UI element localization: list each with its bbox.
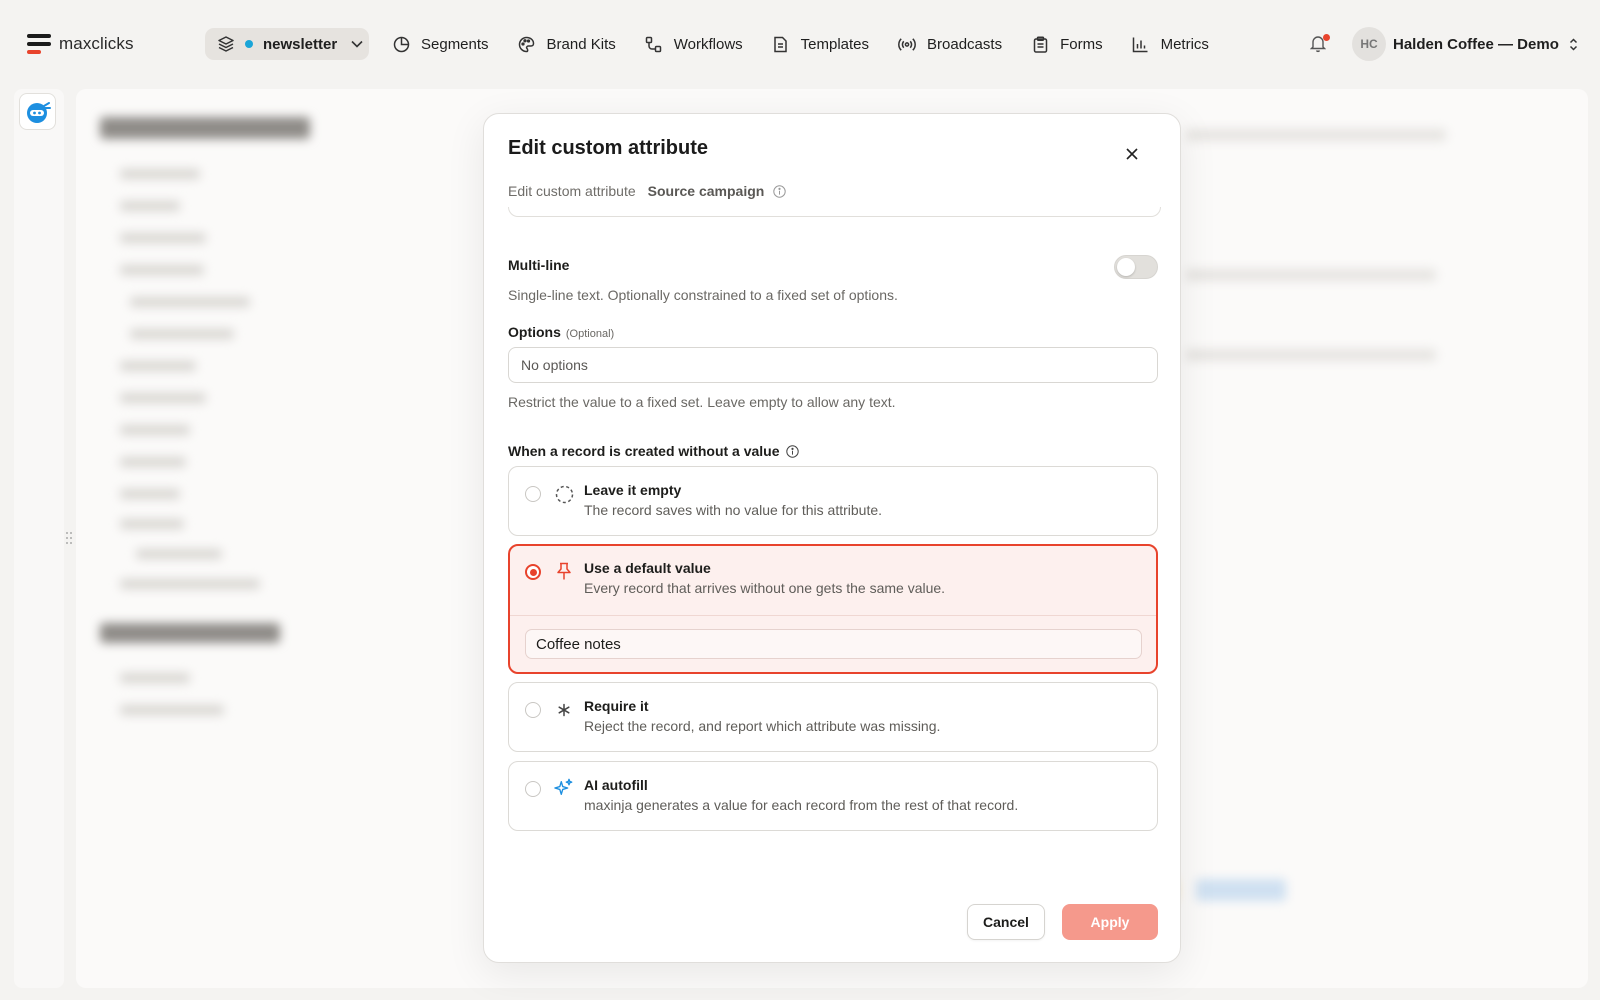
dashed-circle-icon — [554, 484, 574, 504]
nav-metrics[interactable]: Metrics — [1132, 35, 1209, 53]
segments-pie-icon — [392, 35, 410, 53]
sparkle-icon — [554, 778, 574, 798]
workflow-icon — [645, 35, 663, 53]
bar-chart-icon — [1132, 35, 1150, 53]
nav-label: Broadcasts — [927, 35, 1003, 53]
choice-desc: Every record that arrives without one ge… — [584, 580, 946, 596]
nav-forms[interactable]: Forms — [1031, 35, 1103, 53]
choice-title: AI autofill — [584, 777, 648, 793]
options-input[interactable]: No options — [508, 347, 1158, 383]
maxinja-assistant-button[interactable] — [19, 93, 56, 130]
missing-value-label: When a record is created without a value — [508, 443, 780, 459]
app-name: maxclicks — [59, 34, 134, 53]
choice-require[interactable]: Require it Reject the record, and report… — [508, 682, 1158, 752]
options-label-row: Options (Optional) — [508, 324, 614, 340]
chevron-down-icon — [351, 40, 363, 48]
nav-label: Segments — [421, 35, 489, 53]
nav-broadcasts[interactable]: Broadcasts — [898, 35, 1002, 53]
asterisk-icon — [554, 700, 574, 720]
apply-button[interactable]: Apply — [1062, 904, 1158, 940]
workspace-switcher[interactable]: newsletter — [205, 28, 369, 60]
top-nav-bar: maxclicks newsletter Segments Brand Kits — [0, 0, 1600, 88]
dialog-subtitle: Edit custom attribute Source campaign — [508, 183, 787, 199]
nav-templates[interactable]: Templates — [772, 35, 869, 53]
nav-segments[interactable]: Segments — [392, 35, 489, 53]
app-logo[interactable]: maxclicks — [27, 34, 134, 54]
multiline-help: Single-line text. Optionally constrained… — [508, 287, 898, 303]
notifications-bell-icon[interactable] — [1309, 34, 1330, 54]
choice-desc: The record saves with no value for this … — [584, 502, 883, 518]
scrolled-field-edge — [508, 207, 1161, 217]
layers-icon — [217, 35, 235, 53]
workspace-name: newsletter — [263, 35, 338, 53]
nav-workflows[interactable]: Workflows — [645, 35, 743, 53]
choice-ai-autofill[interactable]: AI autofill maxinja generates a value fo… — [508, 761, 1158, 831]
close-icon[interactable] — [1124, 146, 1140, 162]
pin-icon — [554, 561, 574, 581]
info-icon[interactable] — [785, 444, 799, 458]
edit-attribute-dialog: Edit custom attribute Edit custom attrib… — [483, 113, 1181, 963]
nav-brand-kits[interactable]: Brand Kits — [518, 35, 616, 53]
options-label: Options — [508, 324, 561, 340]
multiline-label: Multi-line — [508, 257, 570, 273]
toggle-knob — [1117, 258, 1135, 276]
choice-title: Leave it empty — [584, 482, 682, 498]
multiline-toggle[interactable] — [1114, 255, 1158, 279]
cancel-button[interactable]: Cancel — [967, 904, 1045, 940]
default-value-input[interactable]: Coffee notes — [525, 629, 1142, 659]
chevron-updown-icon — [1569, 37, 1578, 51]
notification-dot — [1323, 34, 1330, 41]
account-switcher[interactable]: HC Halden Coffee — Demo — [1352, 27, 1578, 61]
choice-title: Use a default value — [584, 560, 711, 576]
nav-label: Workflows — [673, 35, 743, 53]
radio-button[interactable] — [525, 702, 541, 718]
choice-desc: maxinja generates a value for each recor… — [584, 797, 1019, 813]
radio-button-selected[interactable] — [525, 564, 541, 580]
options-value: No options — [521, 357, 588, 373]
account-name: Halden Coffee — Demo — [1393, 35, 1559, 53]
attribute-name: Source campaign — [647, 183, 765, 199]
info-icon[interactable] — [773, 184, 787, 198]
clipboard-icon — [1031, 35, 1049, 53]
nav-label: Templates — [800, 35, 870, 53]
choice-leave-empty[interactable]: Leave it empty The record saves with no … — [508, 466, 1158, 536]
default-value-text: Coffee notes — [536, 635, 621, 653]
avatar: HC — [1352, 27, 1386, 61]
palette-icon — [518, 35, 536, 53]
missing-value-label-row: When a record is created without a value — [508, 443, 799, 459]
left-rail — [14, 89, 64, 988]
nav-label: Metrics — [1160, 35, 1209, 53]
radio-button[interactable] — [525, 486, 541, 502]
document-icon — [772, 35, 790, 53]
ninja-bot-icon — [26, 101, 51, 123]
choice-default-value[interactable]: Use a default value Every record that ar… — [508, 544, 1158, 674]
choice-title: Require it — [584, 698, 649, 714]
workspace-status-dot — [245, 40, 253, 48]
dialog-title: Edit custom attribute — [508, 137, 709, 159]
nav-label: Brand Kits — [546, 35, 616, 53]
resize-grip-icon[interactable] — [65, 530, 73, 546]
subtitle-prefix: Edit custom attribute — [508, 183, 636, 199]
choice-desc: Reject the record, and report which attr… — [584, 718, 941, 734]
optional-tag: (Optional) — [565, 328, 615, 340]
nav-label: Forms — [1060, 35, 1103, 53]
radio-button[interactable] — [525, 781, 541, 797]
logo-icon — [27, 34, 51, 54]
main-nav: Segments Brand Kits Workflows Templates … — [392, 30, 1238, 58]
broadcast-icon — [898, 35, 916, 53]
options-help: Restrict the value to a fixed set. Leave… — [508, 394, 896, 410]
divider — [510, 615, 1156, 616]
